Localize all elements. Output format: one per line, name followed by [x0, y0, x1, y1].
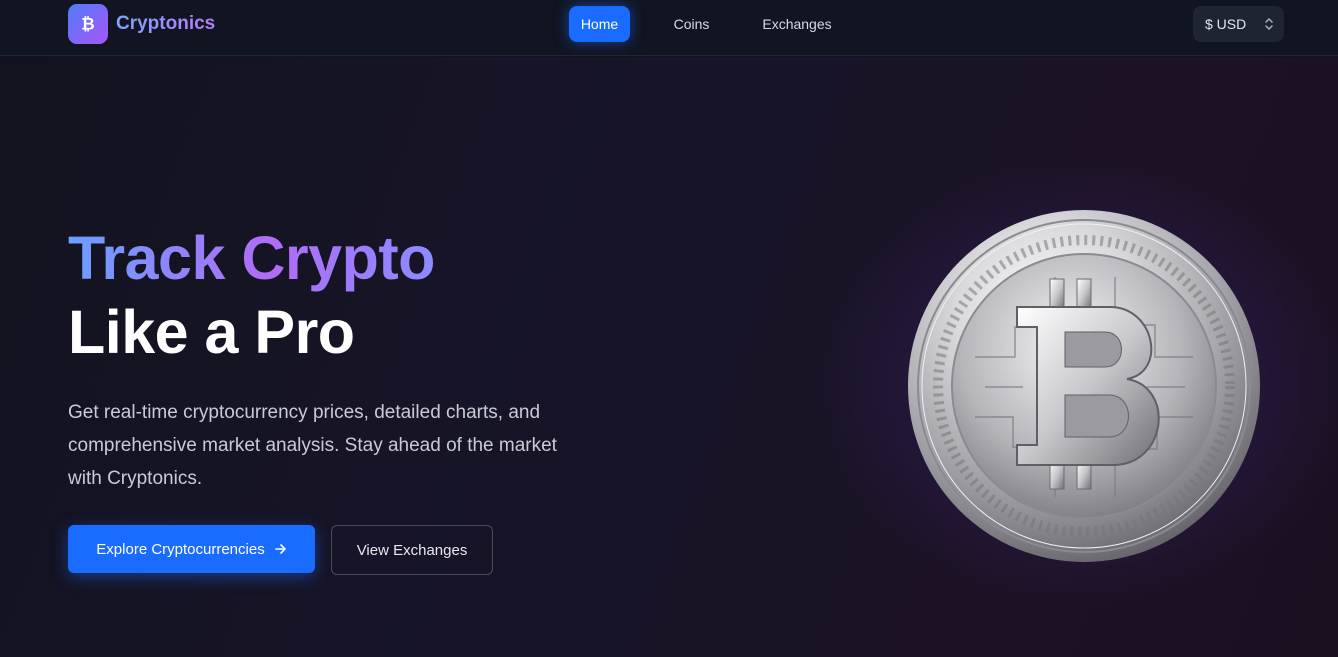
view-exchanges-label: View Exchanges	[356, 541, 468, 559]
hero-title-plain: Like a Pro	[68, 298, 355, 366]
hero-title: Track Crypto Like a Pro	[68, 221, 435, 369]
arrow-right-icon	[274, 544, 286, 554]
top-navbar: ₿ Cryptonics Home Coins Exchanges $ USD	[0, 0, 1338, 56]
nav-home-link[interactable]: Home	[569, 6, 630, 42]
hero-title-gradient: Track Crypto	[68, 221, 435, 295]
nav-exchanges-link[interactable]: Exchanges	[752, 6, 842, 42]
explore-button-label: Explore Cryptocurrencies	[96, 540, 265, 558]
explore-cryptocurrencies-button[interactable]: Explore Cryptocurrencies	[68, 525, 315, 573]
nav-coins-link[interactable]: Coins	[664, 6, 719, 42]
brand-name: Cryptonics	[116, 13, 216, 34]
chevron-up-down-icon	[1265, 17, 1273, 31]
bitcoin-coin-image	[908, 210, 1260, 562]
view-exchanges-button[interactable]: View Exchanges	[331, 525, 493, 575]
currency-value: $ USD	[1205, 16, 1247, 32]
svg-text:₿: ₿	[81, 15, 94, 34]
hero-section: Track Crypto Like a Pro Get real-time cr…	[0, 57, 1338, 657]
bitcoin-icon: ₿	[68, 4, 108, 44]
currency-select[interactable]: $ USD	[1193, 6, 1284, 42]
brand-link[interactable]: ₿ Cryptonics	[68, 4, 215, 44]
hero-description: Get real-time cryptocurrency prices, det…	[68, 402, 557, 489]
